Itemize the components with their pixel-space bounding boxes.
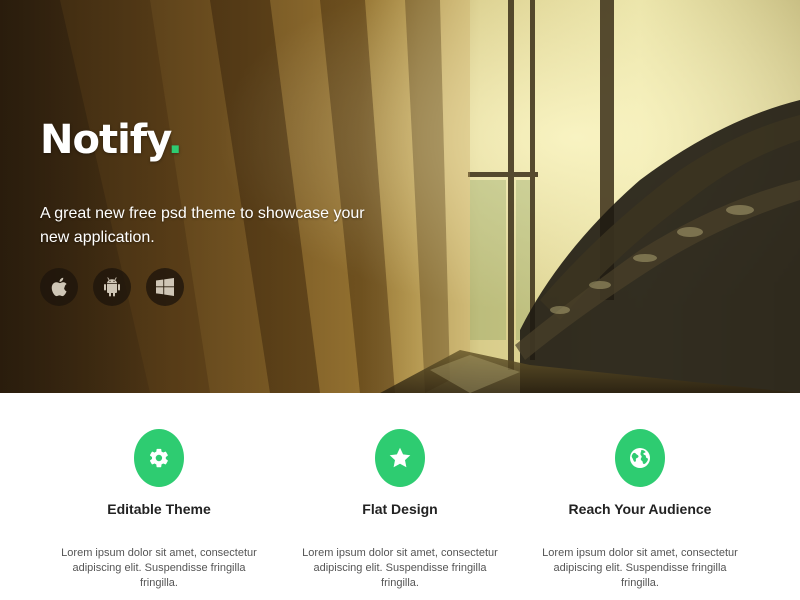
brand-dot: . xyxy=(167,117,183,163)
globe-icon xyxy=(630,448,650,468)
hero-content: Notify. A great new free psd theme to sh… xyxy=(40,112,460,250)
hero-section: Notify. A great new free psd theme to sh… xyxy=(0,0,800,393)
feature-title: Reach Your Audience xyxy=(568,501,712,517)
feature-description: Lorem ipsum dolor sit amet, consectetur … xyxy=(542,547,738,589)
windows-store-button[interactable] xyxy=(146,268,184,306)
feature-icon-badge xyxy=(615,429,665,487)
brand-name: Notify xyxy=(40,117,169,163)
android-store-button[interactable] xyxy=(93,268,131,306)
feature-description: Lorem ipsum dolor sit amet, consectetur … xyxy=(302,547,498,589)
feature-title: Flat Design xyxy=(362,501,438,517)
feature-flat-design: Flat Design Lorem ipsum dolor sit amet, … xyxy=(280,429,520,591)
brand-logo[interactable]: Notify. xyxy=(40,112,460,168)
hero-tagline: A great new free psd theme to showcase y… xyxy=(40,205,365,246)
apple-icon xyxy=(51,277,67,297)
apple-store-button[interactable] xyxy=(40,268,78,306)
feature-title: Editable Theme xyxy=(107,501,211,517)
feature-icon-badge xyxy=(375,429,425,487)
feature-editable-theme: Editable Theme Lorem ipsum dolor sit ame… xyxy=(39,429,279,591)
landing-page: Notify. A great new free psd theme to sh… xyxy=(0,0,800,600)
features-section: Editable Theme Lorem ipsum dolor sit ame… xyxy=(0,393,800,600)
star-icon xyxy=(389,447,411,468)
windows-icon xyxy=(156,278,174,296)
android-icon xyxy=(104,277,120,297)
feature-reach-your-audience: Reach Your Audience Lorem ipsum dolor si… xyxy=(520,429,760,591)
feature-icon-badge xyxy=(134,429,184,487)
gear-icon xyxy=(149,448,168,468)
feature-description: Lorem ipsum dolor sit amet, consectetur … xyxy=(61,547,257,589)
